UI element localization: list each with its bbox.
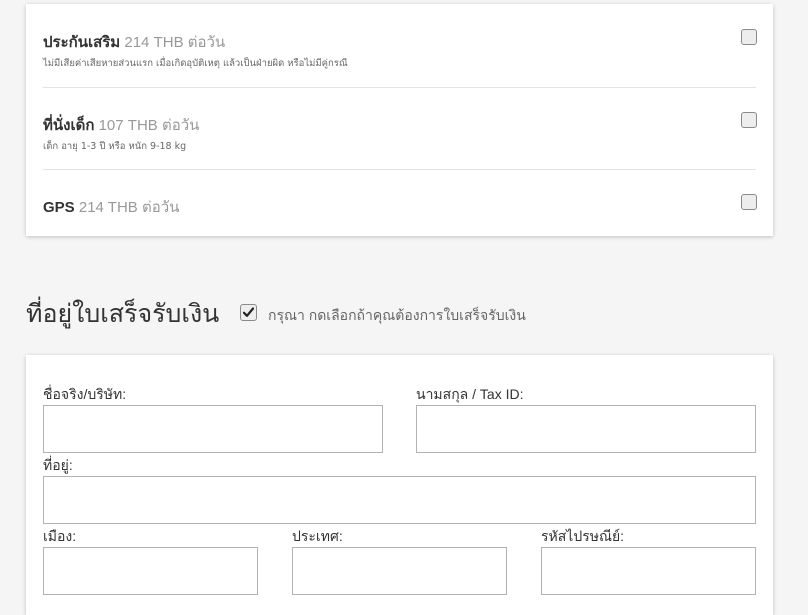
postcode-input[interactable] xyxy=(541,547,756,595)
extra-option-insurance[interactable]: ประกันเสริม 214 THB ต่อวัน ไม่มีเสียค่าเ… xyxy=(43,4,757,88)
country-input[interactable] xyxy=(292,547,507,595)
receipt-checkbox[interactable] xyxy=(240,304,257,321)
receipt-checkbox-label: กรุณา กดเลือกถ้าคุณต้องการใบเสร็จรับเงิน xyxy=(268,307,526,323)
extra-price: 214 THB ต่อวัน xyxy=(78,199,180,216)
extra-title: ที่นั่งเด็ก 107 THB ต่อวัน xyxy=(43,113,199,137)
name-input[interactable] xyxy=(43,405,383,453)
extra-description: เด็ก อายุ 1-3 ปี หรือ หนัก 9-18 kg xyxy=(43,141,187,152)
extra-gps-checkbox[interactable] xyxy=(741,194,757,210)
extra-child-seat-checkbox[interactable] xyxy=(741,112,757,128)
extra-title: ประกันเสริม 214 THB ต่อวัน xyxy=(43,30,225,54)
extras-card: ประกันเสริม 214 THB ต่อวัน ไม่มีเสียค่าเ… xyxy=(26,4,773,236)
extra-option-gps[interactable]: GPS 214 THB ต่อวัน xyxy=(43,169,757,236)
address-input[interactable] xyxy=(43,476,756,524)
city-input[interactable] xyxy=(43,547,258,595)
extra-name: ประกันเสริม xyxy=(43,34,121,51)
address-form-card: ชื่อจริง/บริษัท: นามสกุล / Tax ID: ที่อย… xyxy=(26,355,773,615)
surname-input[interactable] xyxy=(416,405,756,453)
extra-name: ที่นั่งเด็ก xyxy=(43,117,95,134)
extra-option-child-seat[interactable]: ที่นั่งเด็ก 107 THB ต่อวัน เด็ก อายุ 1-3… xyxy=(43,87,757,170)
country-label: ประเทศ: xyxy=(292,528,343,544)
extra-price: 107 THB ต่อวัน xyxy=(98,117,200,134)
name-label: ชื่อจริง/บริษัท: xyxy=(43,386,127,402)
extra-name: GPS xyxy=(43,199,75,216)
address-label: ที่อยู่: xyxy=(43,457,73,473)
receipt-section-header: ที่อยู่ใบเสร็จรับเงิน กรุณา กดเลือกถ้าคุ… xyxy=(26,294,786,334)
city-label: เมือง: xyxy=(43,528,77,544)
checkmark-icon xyxy=(242,307,255,317)
extra-price: 214 THB ต่อวัน xyxy=(124,34,226,51)
extra-title: GPS 214 THB ต่อวัน xyxy=(43,195,179,219)
extra-description: ไม่มีเสียค่าเสียหายส่วนแรก เมื่อเกิดอุบั… xyxy=(43,58,348,69)
surname-label: นามสกุล / Tax ID: xyxy=(416,386,524,402)
extra-insurance-checkbox[interactable] xyxy=(741,29,757,45)
postcode-label: รหัสไปรษณีย์: xyxy=(541,528,625,544)
receipt-section-title: ที่อยู่ใบเสร็จรับเงิน xyxy=(26,300,220,328)
